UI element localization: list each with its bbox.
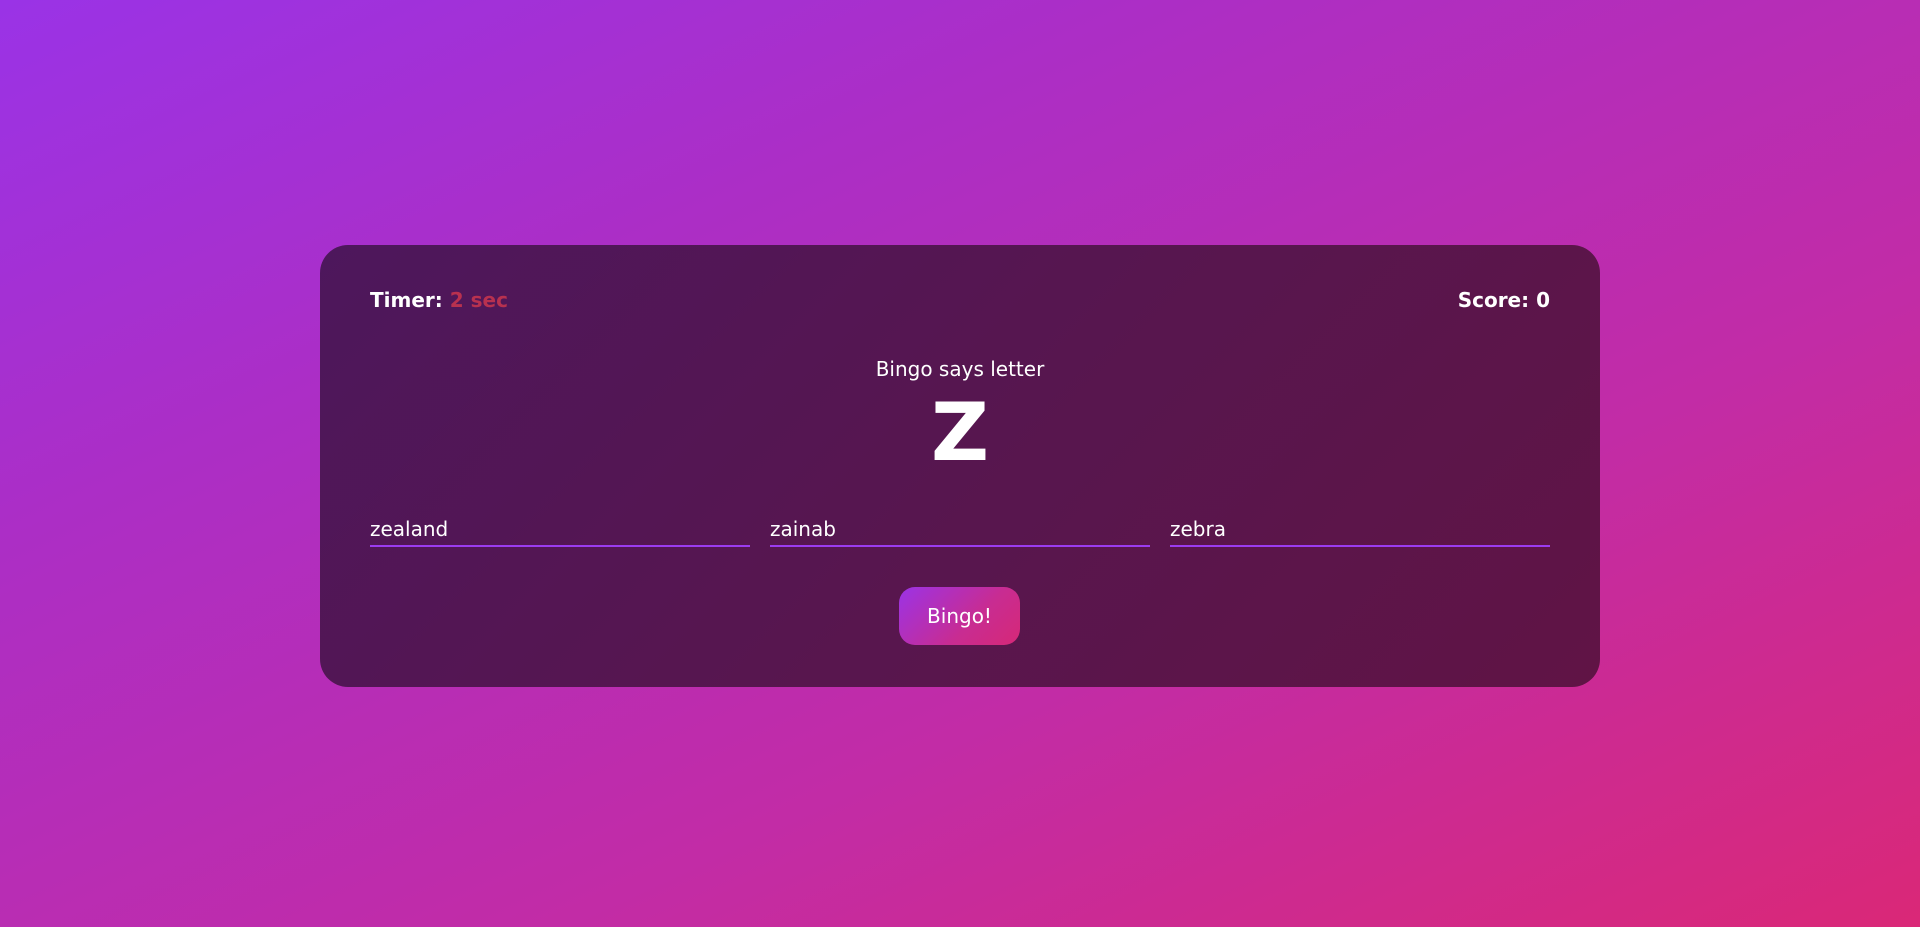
answer-input-2[interactable]: [770, 515, 1150, 547]
score: Score: 0: [1457, 288, 1550, 312]
answer-input-3[interactable]: [1170, 515, 1550, 547]
bingo-button[interactable]: Bingo!: [899, 587, 1020, 645]
answer-input-1[interactable]: [370, 515, 750, 547]
timer: Timer: 2 sec: [370, 288, 508, 312]
answer-inputs: [370, 515, 1550, 547]
letter-prompt: Bingo says letter: [875, 357, 1045, 381]
timer-value: 2 sec: [449, 288, 508, 312]
timer-label: Timer:: [370, 288, 443, 312]
game-card: Timer: 2 sec Score: 0 Bingo says letter …: [320, 245, 1600, 687]
bingo-letter: Z: [930, 386, 989, 479]
